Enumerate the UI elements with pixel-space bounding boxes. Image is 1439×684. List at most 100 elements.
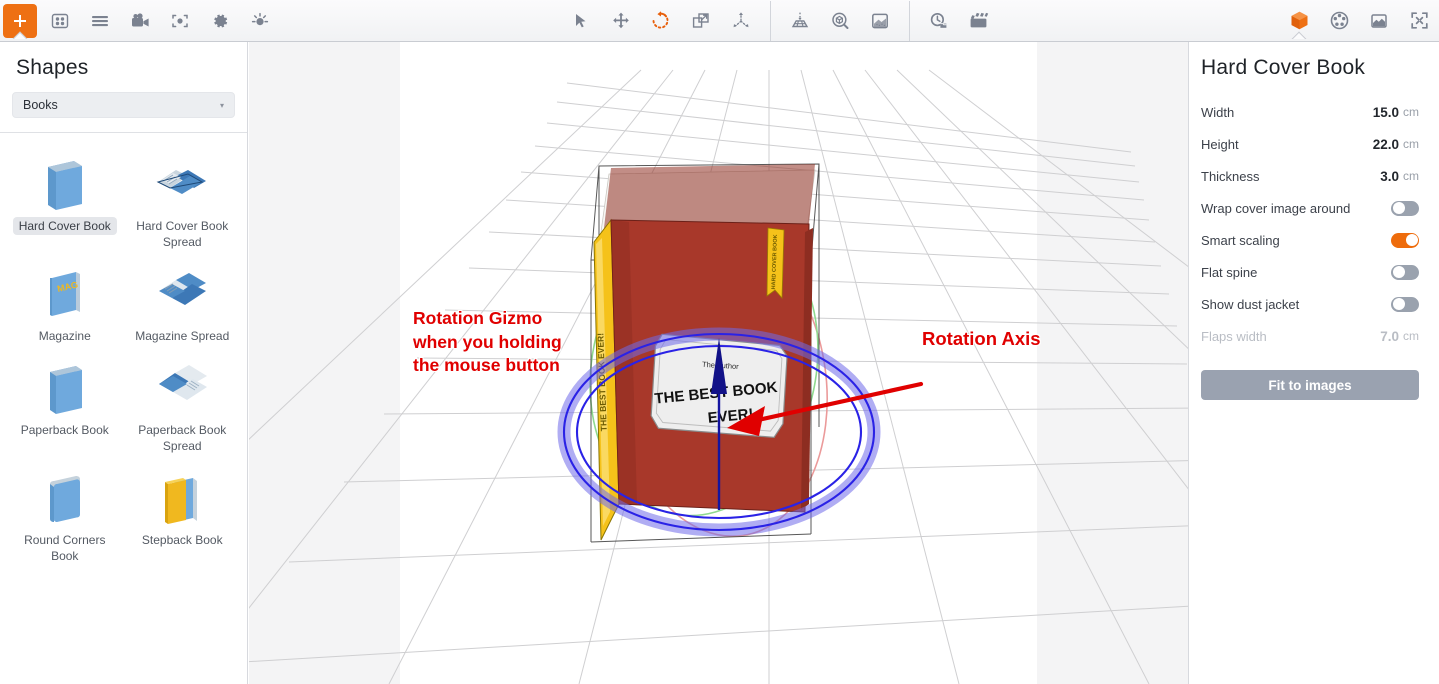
property-label: Wrap cover image around	[1201, 201, 1391, 216]
active-view-notch	[1291, 31, 1307, 39]
shape-label: Hard Cover Book Spread	[126, 217, 238, 251]
environment-icon[interactable]	[823, 4, 857, 38]
toggle-knob	[1406, 234, 1418, 246]
round-corners-book-icon	[34, 467, 96, 529]
scale-tool-icon[interactable]	[684, 4, 718, 38]
chevron-down-icon: ▾	[220, 101, 224, 110]
book-ribbon: HARD COVER BOOK	[767, 228, 784, 298]
history-icon[interactable]	[922, 4, 956, 38]
property-row-wrap-cover-image[interactable]: Wrap cover image around	[1201, 192, 1419, 224]
lighting-icon[interactable]	[243, 4, 277, 38]
shape-item-magazine[interactable]: MAG Magazine	[6, 257, 124, 345]
property-row-flaps-width: Flaps width 7.0 cm	[1201, 320, 1419, 352]
shape-item-magazine-spread[interactable]: Magazine Spread	[124, 257, 242, 345]
animation-icon[interactable]	[962, 4, 996, 38]
wrap-cover-image-toggle[interactable]	[1391, 201, 1419, 216]
property-value[interactable]: 3.0	[1380, 169, 1399, 184]
property-label: Thickness	[1201, 169, 1380, 184]
settings-gear-icon[interactable]	[203, 4, 237, 38]
toolbar-left-group	[0, 0, 280, 42]
properties-title: Hard Cover Book	[1201, 56, 1419, 80]
move-tool-icon[interactable]	[604, 4, 638, 38]
snapshot-icon[interactable]	[163, 4, 197, 38]
toolbar-media-group	[919, 0, 999, 42]
shape-item-paperback-book[interactable]: Paperback Book	[6, 351, 124, 455]
distribute-tool-icon[interactable]	[724, 4, 758, 38]
active-tool-notch	[12, 31, 28, 39]
properties-panel: Hard Cover Book Width 15.0 cm Height 22.…	[1188, 42, 1439, 684]
fit-to-images-button[interactable]: Fit to images	[1201, 370, 1419, 400]
application-window: Shapes Books ▾ Hard Cover Book Hard	[0, 0, 1439, 684]
property-label: Height	[1201, 137, 1373, 152]
toggle-knob	[1393, 202, 1405, 214]
shape-label: Magazine	[33, 327, 97, 345]
shape-label: Magazine Spread	[129, 327, 235, 345]
hardcover-book-icon	[34, 153, 96, 215]
toolbar-separator-1	[770, 1, 771, 41]
property-row-height[interactable]: Height 22.0 cm	[1201, 128, 1419, 160]
property-row-thickness[interactable]: Thickness 3.0 cm	[1201, 160, 1419, 192]
gallery-icon[interactable]	[43, 4, 77, 38]
viewport-3d[interactable]: THE BEST BOOK EVER! HARD COVER BOOK The …	[249, 42, 1188, 684]
fullscreen-icon[interactable]	[1402, 4, 1436, 38]
hardcover-spread-icon	[151, 153, 213, 215]
render-3d-icon[interactable]	[1282, 4, 1316, 38]
paperback-book-icon	[34, 357, 96, 419]
property-value[interactable]: 15.0	[1373, 105, 1399, 120]
shape-category-select[interactable]: Books ▾	[12, 92, 235, 118]
toggle-knob	[1393, 298, 1405, 310]
toolbar-transform-group	[561, 0, 761, 42]
toolbar-view-group	[780, 0, 900, 42]
property-unit: cm	[1403, 329, 1419, 343]
shape-grid: Hard Cover Book Hard Cover Book Spread M…	[0, 133, 247, 565]
magazine-spread-icon	[151, 263, 213, 325]
paperback-spread-icon	[151, 357, 213, 419]
property-unit: cm	[1403, 105, 1419, 119]
top-toolbar	[0, 0, 1439, 42]
shape-item-hard-cover-book-spread[interactable]: Hard Cover Book Spread	[124, 147, 242, 251]
property-unit: cm	[1403, 169, 1419, 183]
property-label: Smart scaling	[1201, 233, 1391, 248]
category-select-wrapper: Books ▾	[0, 80, 247, 118]
shape-label: Round Corners Book	[9, 531, 121, 565]
perspective-icon[interactable]	[783, 4, 817, 38]
shape-item-stepback-book[interactable]: Stepback Book	[124, 461, 242, 565]
page-title: Shapes	[0, 42, 247, 80]
property-row-show-dust-jacket[interactable]: Show dust jacket	[1201, 288, 1419, 320]
property-label: Show dust jacket	[1201, 297, 1391, 312]
shape-label: Stepback Book	[136, 531, 229, 549]
shape-item-round-corners-book[interactable]: Round Corners Book	[6, 461, 124, 565]
shape-label: Paperback Book	[15, 421, 115, 439]
property-label: Flaps width	[1201, 329, 1380, 344]
toggle-knob	[1393, 266, 1405, 278]
property-label: Flat spine	[1201, 265, 1391, 280]
property-value[interactable]: 22.0	[1373, 137, 1399, 152]
property-label: Width	[1201, 105, 1373, 120]
property-unit: cm	[1403, 137, 1419, 151]
magazine-icon: MAG	[34, 263, 96, 325]
rotation-gizmo-annotation: Rotation Gizmo when you holding the mous…	[413, 307, 562, 378]
property-row-smart-scaling[interactable]: Smart scaling	[1201, 224, 1419, 256]
smart-scaling-toggle[interactable]	[1391, 233, 1419, 248]
shadow-icon[interactable]	[863, 4, 897, 38]
shape-label: Hard Cover Book	[13, 217, 117, 235]
property-row-flat-spine[interactable]: Flat spine	[1201, 256, 1419, 288]
image-icon[interactable]	[1362, 4, 1396, 38]
viewport-shade-left	[249, 42, 400, 684]
viewport-scene: THE BEST BOOK EVER! HARD COVER BOOK The …	[249, 42, 1188, 684]
shape-item-paperback-book-spread[interactable]: Paperback Book Spread	[124, 351, 242, 455]
add-icon[interactable]	[3, 4, 37, 38]
show-dust-jacket-toggle[interactable]	[1391, 297, 1419, 312]
shape-category-value: Books	[23, 98, 58, 112]
book-top-edge	[604, 164, 815, 228]
layers-list-icon[interactable]	[83, 4, 117, 38]
materials-icon[interactable]	[1322, 4, 1356, 38]
select-tool-icon[interactable]	[564, 4, 598, 38]
rotate-tool-icon[interactable]	[644, 4, 678, 38]
shape-label: Paperback Book Spread	[126, 421, 238, 455]
flat-spine-toggle[interactable]	[1391, 265, 1419, 280]
camera-icon[interactable]	[123, 4, 157, 38]
property-row-width[interactable]: Width 15.0 cm	[1201, 96, 1419, 128]
shape-item-hard-cover-book[interactable]: Hard Cover Book	[6, 147, 124, 251]
rotation-axis-annotation: Rotation Axis	[922, 327, 1041, 351]
